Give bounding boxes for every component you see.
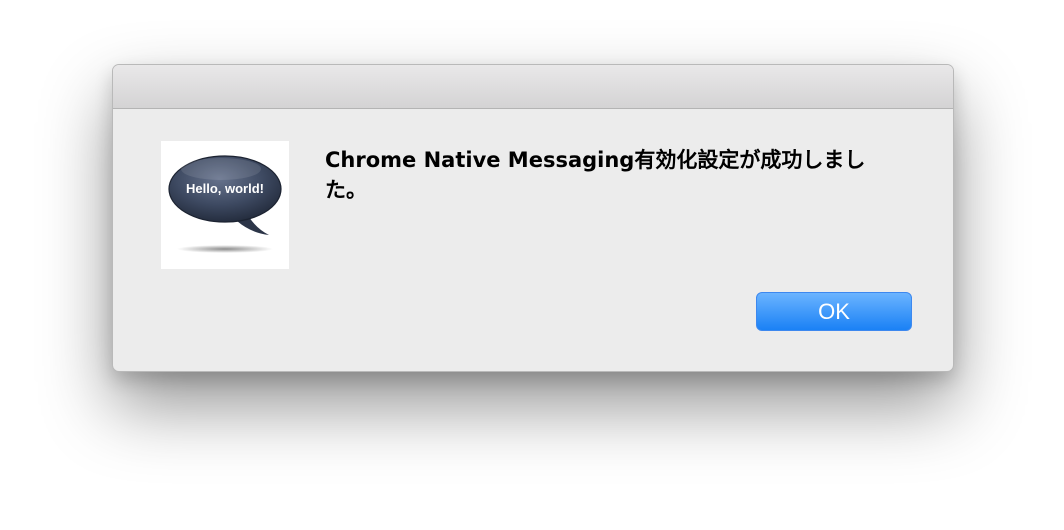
alert-dialog: Hello, world! Chrome Native Messaging有効化… [112,64,954,372]
ok-button[interactable]: OK [756,292,912,331]
alert-message: Chrome Native Messaging有効化設定が成功しました。 [325,148,866,202]
bubble-shadow [177,245,273,253]
dialog-titlebar[interactable] [113,65,953,109]
speech-bubble-graphic: Hello, world! [168,155,282,253]
hello-world-speech-bubble-icon: Hello, world! [161,141,289,269]
bubble-text: Hello, world! [186,181,264,196]
screen: Hello, world! Chrome Native Messaging有効化… [0,0,1064,530]
bubble-highlight [181,158,261,180]
